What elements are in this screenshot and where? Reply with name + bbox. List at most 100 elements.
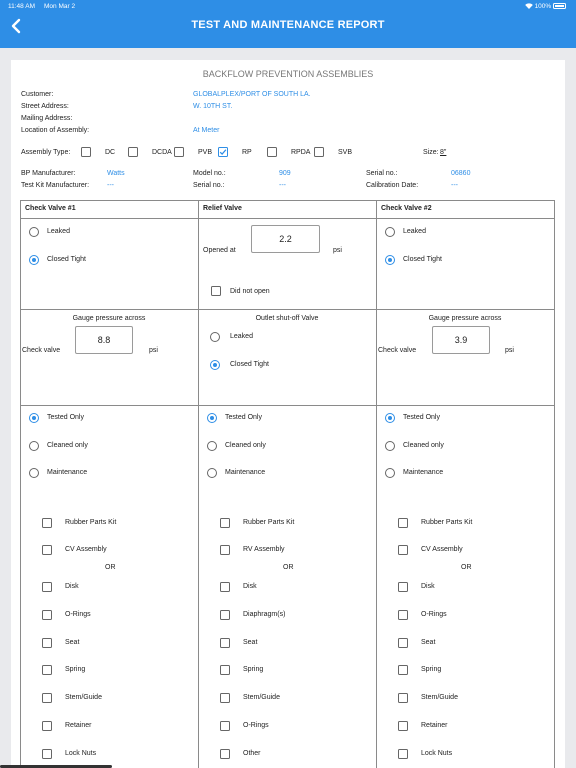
cv1-gauge-unit: psi [149, 347, 158, 354]
col3-part-rubber-parts-kit-checkbox[interactable] [398, 518, 408, 528]
col3-part-seat-checkbox[interactable] [398, 638, 408, 648]
col1-part-rubber-parts-kit-label: Rubber Parts Kit [65, 519, 117, 526]
street-value[interactable]: W. 10TH ST. [193, 103, 232, 110]
did-not-open-checkbox[interactable] [211, 286, 221, 296]
outlet-closed-tight-radio[interactable] [210, 360, 220, 370]
page-title: TEST AND MAINTENANCE REPORT [191, 19, 385, 31]
assembly-svb-checkbox[interactable] [314, 147, 324, 157]
col1-part-seat-checkbox[interactable] [42, 638, 52, 648]
battery-percent: 100% [534, 3, 552, 10]
col2-part-spring-checkbox[interactable] [220, 665, 230, 675]
assembly-pvb-label: PVB [198, 149, 213, 156]
check-valve-2-header: Check Valve #2 [381, 205, 432, 212]
cv1-leaked-radio[interactable] [29, 227, 39, 237]
col1-part-stem-guide-label: Stem/Guide [65, 694, 102, 701]
cv1-closed-tight-radio[interactable] [29, 255, 39, 265]
cv2-gauge-input[interactable]: 3.9 [432, 326, 490, 354]
col2-part-rubber-parts-kit-checkbox[interactable] [220, 518, 230, 528]
cv1-closed-tight-label: Closed Tight [47, 256, 86, 263]
col2-part-seat-checkbox[interactable] [220, 638, 230, 648]
col1-part-lock-nuts-checkbox[interactable] [42, 749, 52, 759]
col3-part-stem-guide-label: Stem/Guide [421, 694, 458, 701]
col1-cleaned-only-radio[interactable] [29, 441, 39, 451]
calibration-date-value[interactable]: --- [451, 182, 458, 189]
grid-line [20, 405, 554, 406]
assembly-svb-label: SVB [338, 149, 353, 156]
col1-part-stem-guide-checkbox[interactable] [42, 693, 52, 703]
opened-at-input[interactable]: 2.2 [251, 225, 320, 253]
col2-part-disk-checkbox[interactable] [220, 582, 230, 592]
col3-part-lock-nuts-checkbox[interactable] [398, 749, 408, 759]
col2-part-diaphragm-s-checkbox[interactable] [220, 610, 230, 620]
col2-cleaned-only-radio[interactable] [207, 441, 217, 451]
customer-value[interactable]: GLOBALPLEX/PORT OF SOUTH LA. [193, 91, 311, 98]
col3-part-o-rings-checkbox[interactable] [398, 610, 408, 620]
status-right: 100% [524, 3, 566, 10]
cv1-gauge-label: Check valve [22, 347, 61, 354]
assembly-pvb-checkbox[interactable] [174, 147, 184, 157]
col3-part-disk-label: Disk [421, 583, 435, 590]
cv2-leaked-label: Leaked [403, 228, 426, 235]
assembly-dcda-label: DCDA [152, 149, 172, 156]
col1-part-o-rings-label: O-Rings [65, 611, 91, 618]
check-valve-1-header: Check Valve #1 [25, 205, 76, 212]
col3-part-disk-checkbox[interactable] [398, 582, 408, 592]
status-time: 11:48 AM [8, 3, 35, 10]
cv2-leaked-radio[interactable] [385, 227, 395, 237]
col1-part-disk-checkbox[interactable] [42, 582, 52, 592]
kit-serial-value[interactable]: --- [279, 182, 286, 189]
col1-part-cv-assembly-checkbox[interactable] [42, 545, 52, 555]
assembly-dcda-checkbox[interactable] [128, 147, 138, 157]
col1-tested-only-label: Tested Only [47, 414, 84, 421]
col3-cleaned-only-radio[interactable] [385, 441, 395, 451]
col1-maintenance-radio[interactable] [29, 468, 39, 478]
cv1-gauge-input[interactable]: 8.8 [75, 326, 133, 354]
assembly-rpda-checkbox[interactable] [267, 147, 277, 157]
col2-part-rv-assembly-label: RV Assembly [243, 546, 285, 553]
col3-part-retainer-label: Retainer [421, 722, 448, 729]
cv2-closed-tight-radio[interactable] [385, 255, 395, 265]
col3-maintenance-label: Maintenance [403, 469, 444, 476]
assembly-dc-checkbox[interactable] [81, 147, 91, 157]
col2-part-other-label: Other [243, 750, 261, 757]
assembly-rp-checkbox[interactable] [218, 147, 228, 157]
col3-part-cv-assembly-label: CV Assembly [421, 546, 463, 553]
col1-part-o-rings-checkbox[interactable] [42, 610, 52, 620]
col1-part-disk-label: Disk [65, 583, 79, 590]
col3-maintenance-radio[interactable] [385, 468, 395, 478]
grid-line [554, 200, 555, 768]
cv1-gauge-title: Gauge pressure across [72, 315, 146, 322]
col3-cleaned-only-label: Cleaned only [403, 442, 444, 449]
col2-part-stem-guide-checkbox[interactable] [220, 693, 230, 703]
col3-part-spring-checkbox[interactable] [398, 665, 408, 675]
serial-value[interactable]: 06860 [451, 170, 470, 177]
location-value[interactable]: At Meter [193, 127, 219, 134]
outlet-leaked-radio[interactable] [210, 332, 220, 342]
col2-part-stem-guide-label: Stem/Guide [243, 694, 280, 701]
bp-manufacturer-value[interactable]: Watts [107, 170, 125, 177]
col1-part-lock-nuts-label: Lock Nuts [65, 750, 97, 757]
col3-part-retainer-checkbox[interactable] [398, 721, 408, 731]
model-value[interactable]: 909 [279, 170, 291, 177]
size-value[interactable]: 8" [440, 149, 446, 156]
battery-icon [553, 3, 566, 9]
serial-label: Serial no.: [366, 170, 398, 177]
col1-part-rubber-parts-kit-checkbox[interactable] [42, 518, 52, 528]
cv2-gauge-label: Check valve [378, 347, 417, 354]
col2-part-other-checkbox[interactable] [220, 749, 230, 759]
col2-part-rv-assembly-checkbox[interactable] [220, 545, 230, 555]
col1-part-spring-checkbox[interactable] [42, 665, 52, 675]
col1-part-retainer-checkbox[interactable] [42, 721, 52, 731]
col2-maintenance-radio[interactable] [207, 468, 217, 478]
opened-at-label: Opened at [203, 247, 236, 254]
col1-tested-only-radio[interactable] [29, 413, 39, 423]
col3-part-cv-assembly-checkbox[interactable] [398, 545, 408, 555]
assembly-rpda-label: RPDA [291, 149, 311, 156]
col2-tested-only-radio[interactable] [207, 413, 217, 423]
col3-or-label: OR [461, 564, 472, 571]
col2-part-o-rings-checkbox[interactable] [220, 721, 230, 731]
col3-tested-only-radio[interactable] [385, 413, 395, 423]
test-kit-manufacturer-value[interactable]: --- [107, 182, 114, 189]
customer-label: Customer: [21, 91, 54, 98]
col3-part-stem-guide-checkbox[interactable] [398, 693, 408, 703]
